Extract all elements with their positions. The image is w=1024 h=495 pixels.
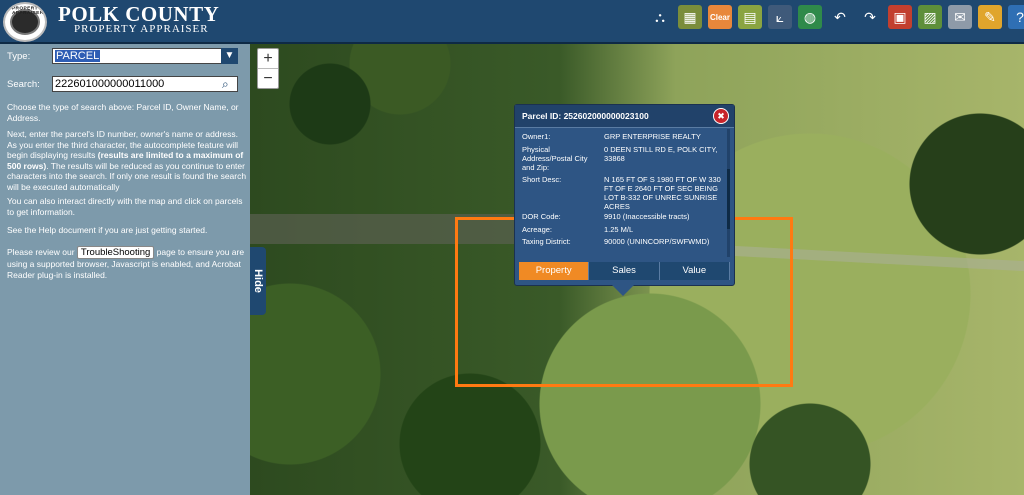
help-text-5: Please review our TroubleShooting page t… [7,246,247,280]
popup-scroll-thumb[interactable] [727,169,730,229]
county-seal-logo[interactable]: PROPERTY APPRAISER [3,2,47,42]
popup-field-key: DOR Code: [522,212,561,221]
close-icon[interactable]: ✖ [713,108,729,124]
globe-icon[interactable]: ◍ [798,5,822,29]
search-input-value: 222601000000011000 [55,78,165,90]
popup-field-key: Acreage: [522,225,553,234]
search-panel: Type: PARCEL ▼ Search: 22260100000001100… [0,44,250,495]
map-layers-icon[interactable]: ▤ [738,5,762,29]
tab-property[interactable]: Property [519,262,590,280]
zoom-control: + − [257,48,279,89]
popup-field-key: Short Desc: [522,175,562,184]
type-label: Type: [7,51,31,62]
popup-field-key: Physical Address/Postal City and Zip: [522,145,588,172]
help-text-5a: Please review our [7,247,77,257]
search-icon[interactable]: ⌕ [222,77,236,91]
image-icon[interactable]: ▨ [918,5,942,29]
zoom-in-button[interactable]: + [258,49,278,69]
chevron-down-icon[interactable]: ▼ [221,48,238,64]
clear-icon[interactable]: Clear [708,5,732,29]
app-subtitle: PROPERTY APPRAISER [74,23,209,35]
hide-label: Hide [252,269,264,293]
search-label: Search: [7,79,40,90]
notes-icon[interactable]: ✎ [978,5,1002,29]
help-text-1: Choose the type of search above: Parcel … [7,102,239,123]
popup-field-key: Owner1: [522,132,551,141]
popup-field-value: 9910 (Inaccessible tracts) [604,212,690,221]
popup-pointer [611,284,635,296]
troubleshooting-button[interactable]: TroubleShooting [76,246,155,259]
redo-icon[interactable]: ↷ [858,5,882,29]
tab-value[interactable]: Value [659,262,730,280]
search-type-value: PARCEL [55,50,101,62]
popup-title: Parcel ID: 252602000000023100 [515,105,734,128]
popup-field-value: N 165 FT OF S 1980 FT OF W 330 FT OF E 2… [604,175,721,211]
seal-text: PROPERTY APPRAISER [11,6,44,16]
popup-field-value: 1.25 M/L [604,225,634,234]
popup-field-value: GRP ENTERPRISE REALTY [604,132,701,141]
zoom-out-button[interactable]: − [258,69,278,88]
print-map-icon[interactable]: ▣ [888,5,912,29]
popup-scrollbar[interactable] [727,129,730,257]
search-input[interactable]: 222601000000011000 ⌕ [52,76,238,92]
app-header: PROPERTY APPRAISER POLK COUNTY PROPERTY … [0,0,1024,44]
binoculars-icon[interactable]: ⛬ [648,5,672,29]
mail-icon[interactable]: ✉ [948,5,972,29]
grid-icon[interactable]: ▦ [678,5,702,29]
undo-icon[interactable]: ↶ [828,5,852,29]
popup-field-value: 90000 (UNINCORP/SWFWMD) [604,237,710,246]
map-view[interactable]: + − Hide Parcel ID: 252602000000023100 ✖… [250,44,1024,495]
measure-icon[interactable]: ⟀ [768,5,792,29]
help-icon[interactable]: ? [1008,5,1024,29]
popup-tabs: Property Sales Value [519,262,730,280]
popup-field-value: 0 DEEN STILL RD E, POLK CITY, 33868 [604,145,718,163]
help-text-3: You can also interact directly with the … [7,196,243,217]
help-text-4: See the Help document if you are just ge… [7,225,208,235]
hide-panel-tab[interactable]: Hide [250,247,266,315]
tab-sales[interactable]: Sales [589,262,660,280]
help-text-2: Next, enter the parcel's ID number, owne… [7,129,247,192]
toolbar: ⛬ ▦ Clear ▤ ⟀ ◍ ↶ ↷ ▣ ▨ ✉ ✎? [648,5,1024,29]
popup-field-key: Taxing District: [522,237,571,246]
parcel-info-popup: Parcel ID: 252602000000023100 ✖ Owner1: G… [514,104,735,296]
search-type-select[interactable]: PARCEL ▼ [52,48,238,64]
